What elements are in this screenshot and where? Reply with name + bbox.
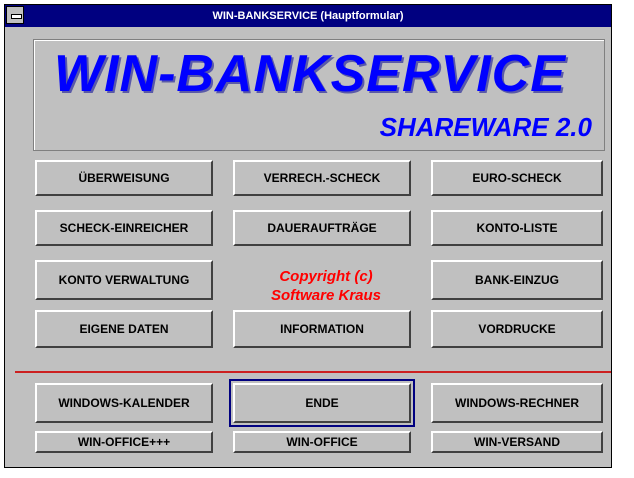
red-divider [15,371,611,373]
scheck-einreicher-button[interactable]: SCHECK-EINREICHER [35,210,213,246]
verrech-scheck-button[interactable]: VERRECH.-SCHECK [233,160,411,196]
dauerauftraege-button[interactable]: DAUERAUFTRÄGE [233,210,411,246]
window-title: WIN-BANKSERVICE (Hauptformular) [212,10,404,22]
euro-scheck-button[interactable]: EURO-SCHECK [431,160,603,196]
information-button[interactable]: INFORMATION [233,310,411,348]
windows-rechner-button[interactable]: WINDOWS-RECHNER [431,383,603,423]
title-bar: WIN-BANKSERVICE (Hauptformular) [5,5,611,27]
vordrucke-button[interactable]: VORDRUCKE [431,310,603,348]
banner-subtitle: SHAREWARE 2.0 [379,112,592,142]
win-versand-button[interactable]: WIN-VERSAND [431,431,603,453]
banner-title: WIN-BANKSERVICE [54,45,566,103]
main-window: WIN-BANKSERVICE (Hauptformular) WIN-BANK… [4,4,612,468]
eigene-daten-button[interactable]: EIGENE DATEN [35,310,213,348]
konto-verwaltung-button[interactable]: KONTO VERWALTUNG [35,260,213,300]
ueberweisung-button[interactable]: ÜBERWEISUNG [35,160,213,196]
bank-einzug-button[interactable]: BANK-EINZUG [431,260,603,300]
win-office-button[interactable]: WIN-OFFICE [233,431,411,453]
copyright-line-2: Software Kraus [270,287,382,304]
windows-kalender-button[interactable]: WINDOWS-KALENDER [35,383,213,423]
system-menu-icon[interactable] [6,6,24,24]
ende-button[interactable]: ENDE [229,379,415,427]
copyright-line-1: Copyright (c) [279,268,373,285]
copyright-text: Copyright (c) Software Kraus [237,267,415,305]
konto-liste-button[interactable]: KONTO-LISTE [431,210,603,246]
win-office-plus-button[interactable]: WIN-OFFICE+++ [35,431,213,453]
banner: WIN-BANKSERVICE SHAREWARE 2.0 [33,39,605,151]
